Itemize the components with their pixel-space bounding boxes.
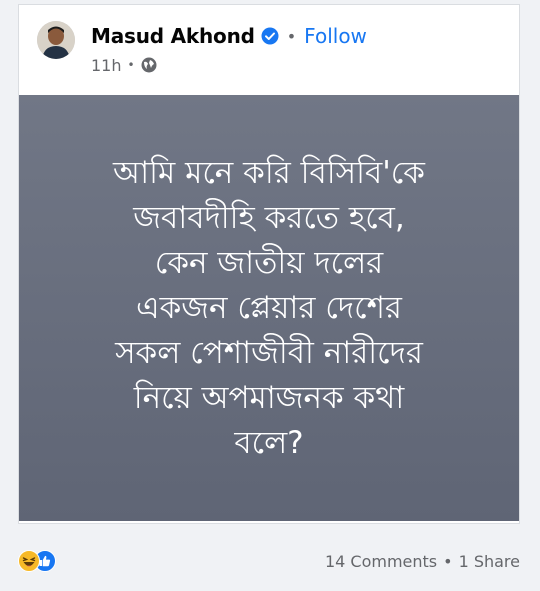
separator-dot: • <box>286 26 297 46</box>
post-card: Masud Akhond • Follow 11h • আমি মনে করি … <box>18 4 520 524</box>
post-footer: 14 Comments • 1 Share <box>0 530 540 590</box>
post-text-line: কেন জাতীয় দলের <box>154 245 384 281</box>
shares-count-link[interactable]: 1 Share <box>459 552 520 571</box>
counts-separator: • <box>443 552 453 571</box>
reaction-summary[interactable] <box>18 550 68 574</box>
post-text-line: নিয়ে অপমাজনক কথা <box>133 380 405 416</box>
author-avatar[interactable] <box>37 21 75 59</box>
post-text-line: বলে? <box>234 425 304 461</box>
author-row: Masud Akhond • Follow <box>91 23 367 49</box>
post-text-line: সকল পেশাজীবী নারীদের <box>115 335 423 371</box>
post-header: Masud Akhond • Follow 11h • <box>19 5 519 95</box>
meta-separator-dot: • <box>127 58 135 72</box>
globe-icon <box>141 57 157 73</box>
post-text-line: জবাবদীহি করতে হবে, <box>133 200 405 236</box>
engagement-counts: 14 Comments • 1 Share <box>325 552 520 571</box>
post-text: আমি মনে করি বিসিবি'কে জবাবদীহি করতে হবে,… <box>19 151 519 466</box>
post-time[interactable]: 11h <box>91 56 122 75</box>
avatar-image <box>37 21 75 59</box>
author-name[interactable]: Masud Akhond <box>91 24 255 48</box>
verified-badge-icon <box>261 27 279 45</box>
post-meta: 11h • <box>91 55 157 75</box>
post-text-line: একজন প্লেয়ার দেশের <box>136 290 402 326</box>
comments-count-link[interactable]: 14 Comments <box>325 552 437 571</box>
laugh-reaction-icon <box>18 550 40 572</box>
follow-button[interactable]: Follow <box>304 24 367 48</box>
post-text-background[interactable]: আমি মনে করি বিসিবি'কে জবাবদীহি করতে হবে,… <box>19 95 519 521</box>
post-text-line: আমি মনে করি বিসিবি'কে <box>113 155 425 191</box>
